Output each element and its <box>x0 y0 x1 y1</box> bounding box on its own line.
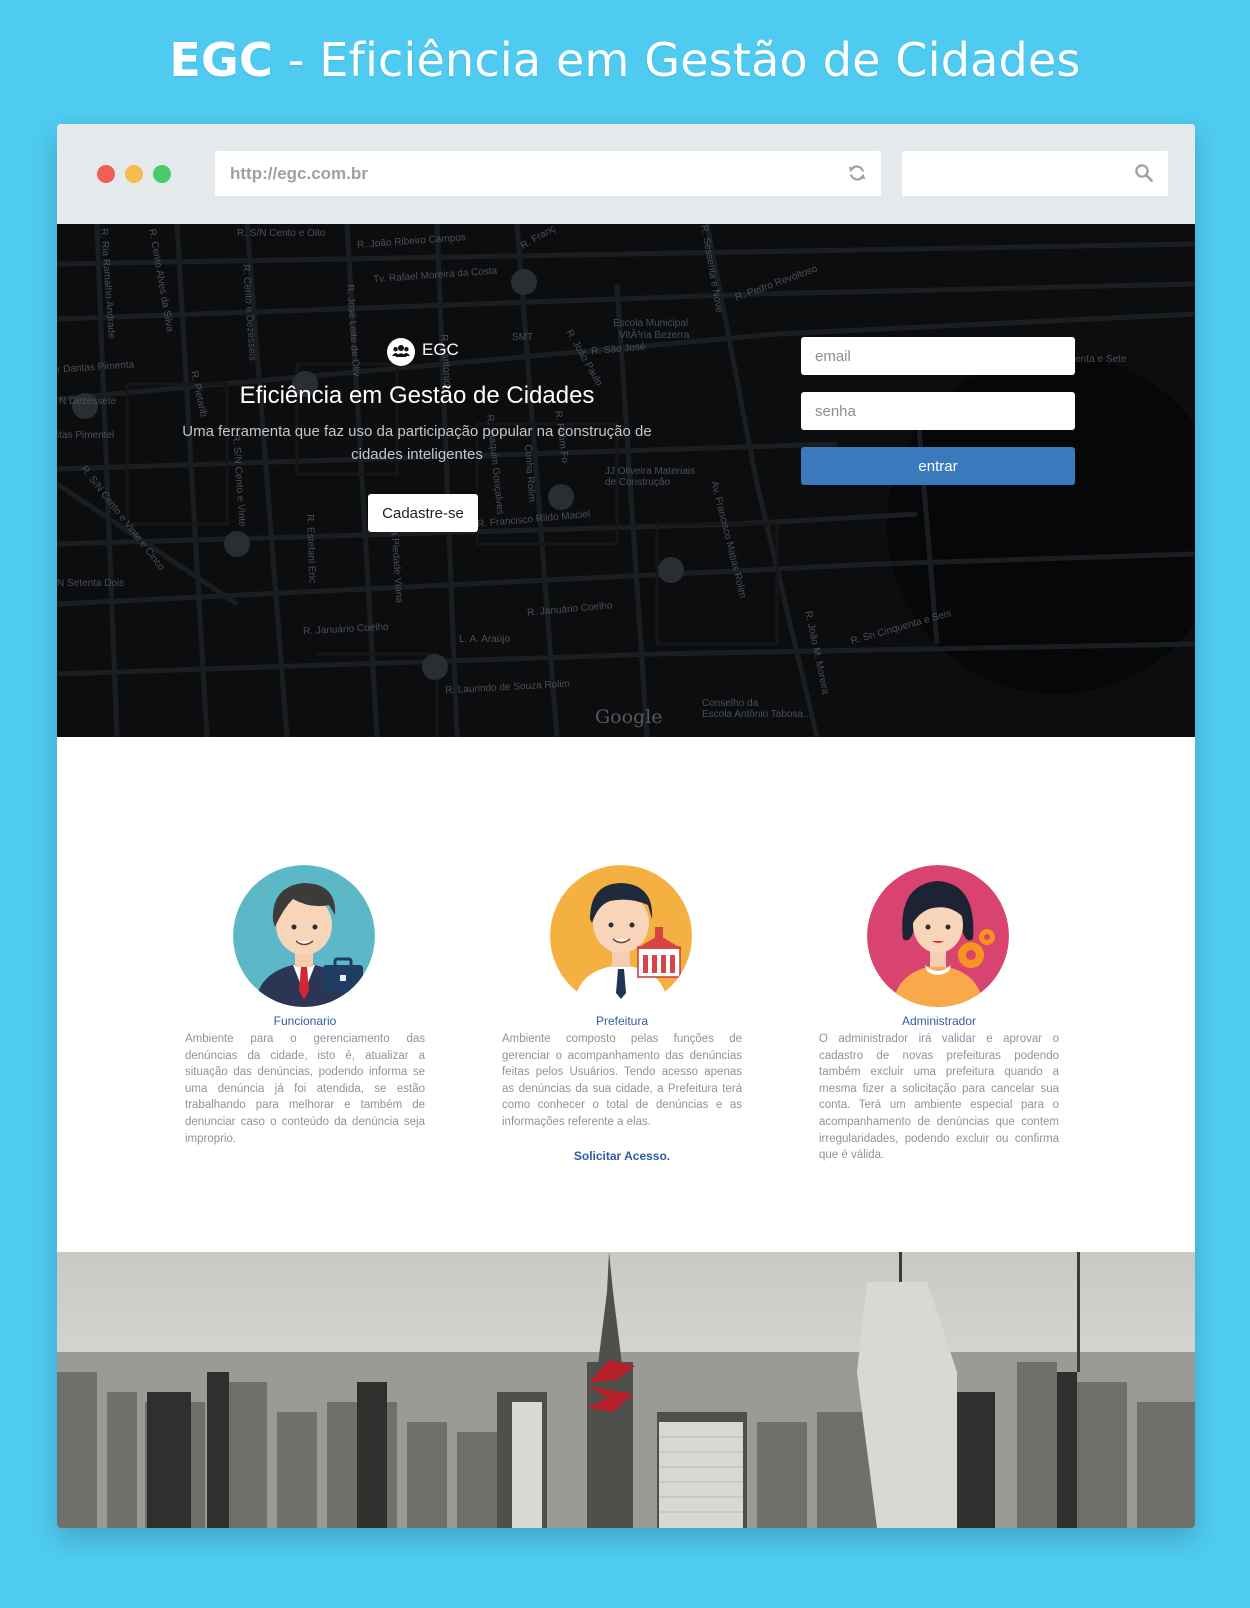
map-label: R. Estefani Eric <box>304 514 318 584</box>
role-description: Ambiente composto pelas funções de geren… <box>502 1033 742 1128</box>
reload-icon[interactable] <box>847 163 867 183</box>
password-field[interactable] <box>801 392 1075 430</box>
map-label: Conselho da <box>702 698 759 709</box>
map-label: L. A. Araújo <box>459 634 511 645</box>
map-label: VitÃ³ria Bezerra <box>619 330 690 341</box>
email-field[interactable] <box>801 337 1075 375</box>
minimize-window-button[interactable] <box>125 165 143 183</box>
users-icon <box>387 338 415 366</box>
map-label: Escola Antônio Tabosa... <box>702 709 812 720</box>
role-description: Ambiente para o gerenciamento das denúnc… <box>185 1033 425 1145</box>
map-label: N Dezessete <box>59 396 117 407</box>
browser-window: http://egc.com.br R. S/N Cento e Oito R.… <box>57 124 1195 1528</box>
map-label: itas Pimentel <box>57 430 115 441</box>
search-icon[interactable] <box>1134 163 1154 183</box>
address-url: http://egc.com.br <box>230 164 368 183</box>
map-label: N Setenta Dois <box>57 578 125 589</box>
role-name: Funcionario <box>273 1014 337 1028</box>
address-bar[interactable]: http://egc.com.br <box>215 151 881 196</box>
city-hall-avatar <box>550 865 692 1007</box>
hero-subtitle: Uma ferramenta que faz uso da participaç… <box>182 423 652 463</box>
hero-section: R. S/N Cento e Oito R. João Ribeiro Camp… <box>57 224 1195 737</box>
maximize-window-button[interactable] <box>153 165 171 183</box>
brand: EGC <box>387 336 489 366</box>
role-name: Prefeitura <box>595 1014 649 1028</box>
page-title-bold: EGC <box>169 33 273 87</box>
city-skyline-banner <box>57 1252 1195 1528</box>
map-label: JJ Oliveira Materiais <box>605 466 696 477</box>
map-label: SMT <box>512 332 534 343</box>
signup-button[interactable]: Cadastre-se <box>368 494 478 532</box>
page-title: EGC - Eficiência em Gestão de Cidades <box>0 28 1250 92</box>
hero-title: Eficiência em Gestão de Cidades <box>239 382 595 409</box>
employee-avatar <box>233 865 375 1007</box>
request-access-link[interactable]: Solicitar Acesso. <box>502 1149 742 1163</box>
city-skyline <box>57 1252 1195 1528</box>
map-label: Escola Municipal <box>613 318 689 329</box>
role-name: Administrador <box>901 1014 977 1028</box>
map-label: R. S/N Cento e Oito <box>237 228 326 239</box>
close-window-button[interactable] <box>97 165 115 183</box>
login-button[interactable]: entrar <box>801 447 1075 485</box>
brand-name: EGC <box>422 340 459 359</box>
role-description: O administrador irá validar e aprovar o … <box>819 1033 1059 1162</box>
browser-search-bar[interactable] <box>902 151 1168 196</box>
administrator-avatar <box>867 865 1009 1007</box>
page-title-rest: - Eficiência em Gestão de Cidades <box>272 33 1081 87</box>
browser-toolbar: http://egc.com.br <box>57 124 1195 224</box>
google-map-logo: Google <box>595 706 663 728</box>
map-label: de Construção <box>605 477 671 488</box>
